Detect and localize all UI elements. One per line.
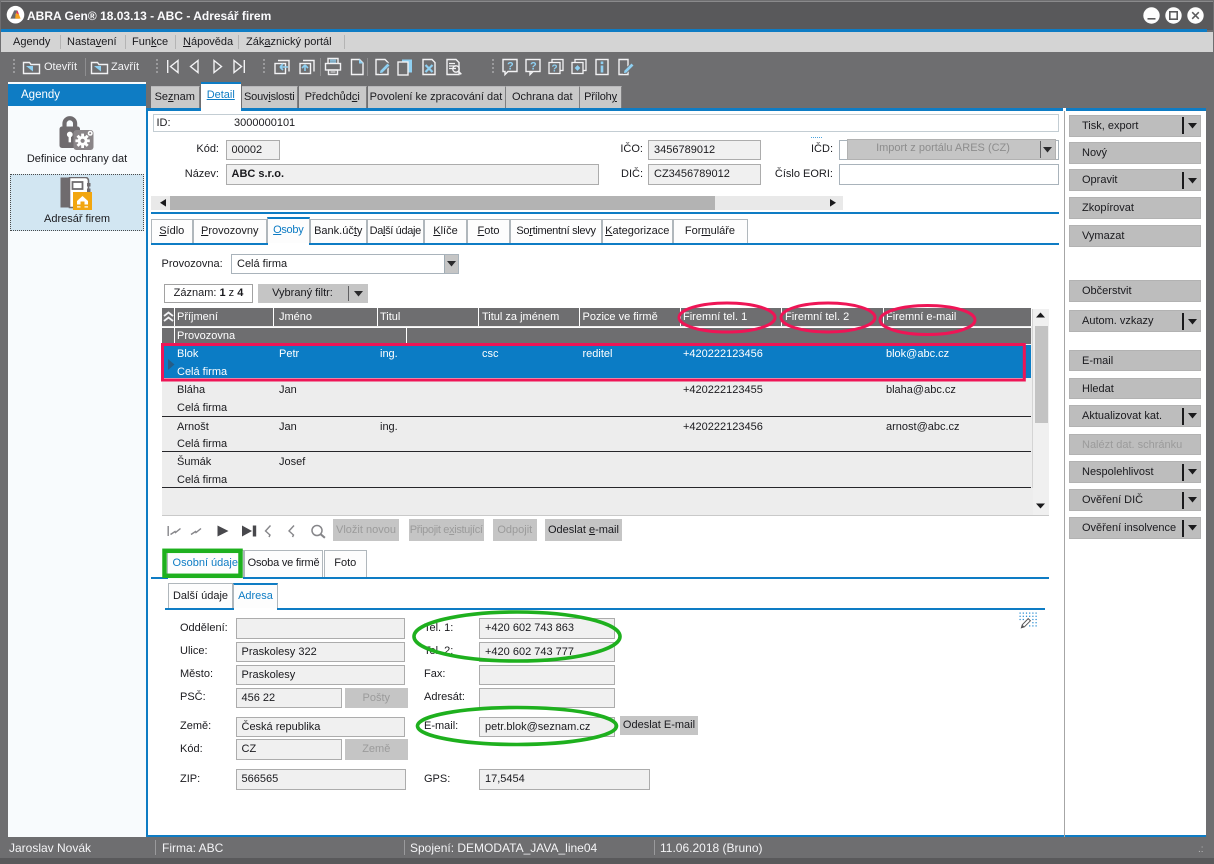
svg-text:?: ? xyxy=(552,64,558,75)
svg-text:?: ? xyxy=(530,61,537,73)
svg-text:?: ? xyxy=(507,61,514,73)
